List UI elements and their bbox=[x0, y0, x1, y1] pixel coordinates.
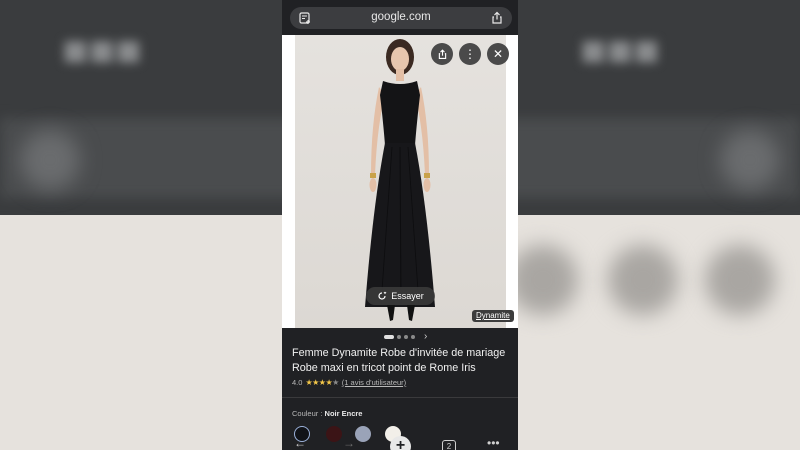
color-label: Couleur : bbox=[292, 409, 323, 418]
carousel-dot[interactable] bbox=[397, 335, 401, 339]
product-rating: 4.0 ★★★★★ (1 avis d'utilisateur) bbox=[292, 378, 406, 387]
new-tab-button[interactable]: + bbox=[390, 436, 411, 450]
color-selection-label: Couleur : Noir Encre bbox=[292, 409, 362, 418]
divider bbox=[282, 397, 518, 398]
close-icon: ✕ bbox=[492, 47, 504, 61]
close-button[interactable]: ✕ bbox=[487, 43, 509, 65]
color-swatch-blue[interactable] bbox=[355, 426, 371, 442]
product-title[interactable]: Femme Dynamite Robe d'invitée de mariage… bbox=[292, 346, 514, 376]
try-on-button[interactable]: Essayer bbox=[366, 287, 435, 305]
share-icon[interactable] bbox=[490, 11, 504, 25]
model-figure bbox=[365, 39, 435, 321]
carousel-dot[interactable] bbox=[404, 335, 408, 339]
carousel-dot[interactable] bbox=[384, 335, 394, 339]
url-text: google.com bbox=[371, 11, 431, 23]
reviews-link[interactable]: (1 avis d'utilisateur) bbox=[342, 378, 406, 387]
forward-icon[interactable]: → bbox=[343, 437, 355, 449]
share-icon bbox=[438, 48, 446, 59]
product-photo[interactable] bbox=[295, 35, 506, 328]
try-on-icon bbox=[378, 291, 387, 300]
carousel-indicator bbox=[384, 335, 415, 339]
rating-value: 4.0 bbox=[292, 378, 303, 387]
tabs-button[interactable]: 2 bbox=[442, 440, 456, 450]
color-swatch-burgundy[interactable] bbox=[326, 426, 342, 442]
share-image-button[interactable] bbox=[431, 43, 453, 65]
address-bar[interactable]: google.com bbox=[290, 7, 512, 29]
source-link[interactable]: Dynamite bbox=[472, 310, 514, 322]
try-on-label: Essayer bbox=[391, 291, 424, 301]
product-image-frame bbox=[282, 35, 518, 328]
color-value: Noir Encre bbox=[324, 409, 363, 418]
back-icon[interactable]: ← bbox=[294, 437, 306, 449]
chevron-right-icon[interactable]: › bbox=[424, 331, 427, 342]
more-horiz-icon[interactable]: ••• bbox=[487, 437, 500, 449]
more-options-button[interactable]: ⋮ bbox=[459, 43, 481, 65]
star-rating-icon: ★★★★★ bbox=[305, 378, 339, 387]
more-vert-icon: ⋮ bbox=[464, 47, 476, 61]
carousel-dot[interactable] bbox=[411, 335, 415, 339]
